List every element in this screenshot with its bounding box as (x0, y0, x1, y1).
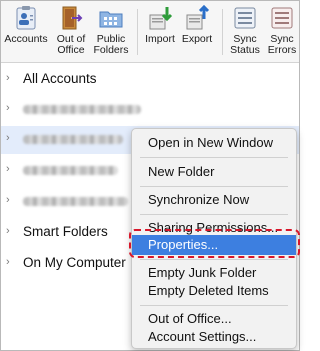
chevron-right-icon[interactable]: › (6, 163, 15, 175)
import-label: Import (145, 33, 175, 45)
menu-separator (140, 259, 288, 260)
import-icon (149, 7, 173, 30)
folder-row-all-accounts[interactable]: › All Accounts (1, 66, 299, 94)
chevron-right-icon[interactable]: › (6, 194, 15, 206)
out-of-office-label-2: Office (57, 44, 85, 56)
public-folders-label-2: Folders (93, 44, 129, 56)
sync-errors-button[interactable]: Sync Errors (265, 5, 299, 56)
export-icon (186, 5, 210, 30)
accounts-icon (16, 6, 36, 30)
redacted-account-name (23, 135, 123, 144)
toolbar-separator (222, 9, 223, 55)
door-arrow-icon (62, 6, 83, 30)
sync-status-button[interactable]: Sync Status (227, 5, 263, 56)
menu-separator (140, 186, 288, 187)
chevron-right-icon[interactable]: › (6, 102, 15, 114)
menu-item-open-new-window[interactable]: Open in New Window (132, 133, 296, 153)
accounts-label-1: Accounts (4, 33, 48, 45)
toolbar: Accounts Out of Office Public Folders Im… (1, 1, 299, 63)
sync-errors-icon (271, 7, 293, 29)
menu-item-empty-deleted-items[interactable]: Empty Deleted Items (132, 281, 296, 301)
sync-status-icon (234, 7, 256, 29)
public-folders-button[interactable]: Public Folders (91, 5, 131, 56)
folder-label: Smart Folders (23, 224, 108, 239)
redacted-account-name (23, 197, 128, 206)
sync-status-label-2: Status (230, 44, 260, 56)
toolbar-separator (137, 9, 138, 55)
menu-item-out-of-office[interactable]: Out of Office... (132, 309, 296, 329)
menu-item-account-settings[interactable]: Account Settings... (132, 327, 296, 347)
accounts-button[interactable]: Accounts (3, 5, 49, 45)
redacted-account-name (23, 166, 118, 175)
menu-item-empty-junk-folder[interactable]: Empty Junk Folder (132, 263, 296, 283)
import-button[interactable]: Import (142, 5, 178, 45)
redacted-account-name (23, 105, 141, 114)
chevron-right-icon[interactable]: › (6, 132, 15, 144)
folder-label: On My Computer (23, 255, 126, 270)
public-folders-icon (99, 11, 123, 28)
out-of-office-button[interactable]: Out of Office (51, 5, 91, 56)
export-button[interactable]: Export (179, 5, 215, 45)
chevron-right-icon[interactable]: › (6, 225, 15, 237)
menu-item-new-folder[interactable]: New Folder (132, 162, 296, 182)
menu-separator (140, 157, 288, 158)
folder-label: All Accounts (23, 71, 97, 86)
chevron-right-icon[interactable]: › (6, 72, 15, 84)
menu-separator (140, 305, 288, 306)
sync-errors-label-2: Errors (267, 44, 297, 56)
chevron-right-icon[interactable]: › (6, 256, 15, 268)
export-label: Export (181, 33, 213, 45)
highlight-annotation (129, 229, 300, 258)
menu-separator (140, 214, 288, 215)
folder-row-account[interactable]: › (1, 96, 299, 124)
menu-item-synchronize-now[interactable]: Synchronize Now (132, 190, 296, 210)
